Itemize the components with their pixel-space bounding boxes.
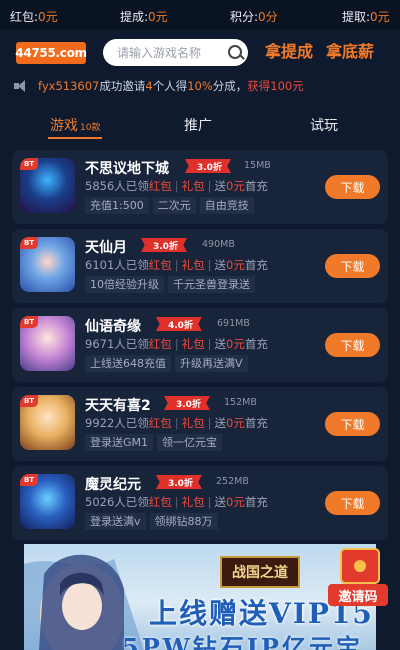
- game-tags: 充值1:500 二次元 自由竞技: [85, 197, 254, 214]
- game-name[interactable]: 天仙月: [85, 237, 127, 257]
- game-tag: 升级再送满V: [175, 355, 248, 372]
- game-card[interactable]: BT 魔灵纪元 3.0折 252MB 5026人已领红包 | 礼包 | 送0元首充 登录…: [12, 466, 388, 540]
- invite-code-button[interactable]: 邀请码: [328, 548, 390, 608]
- stat-ticheng: 提成:0元: [120, 10, 168, 24]
- game-name[interactable]: 魔灵纪元: [85, 474, 141, 494]
- game-tag: 充值1:500: [85, 197, 149, 214]
- bt-badge: BT: [20, 316, 38, 328]
- game-size: 691MB: [217, 318, 250, 329]
- game-info: 5026人已领红包 | 礼包 | 送0元首充: [85, 495, 268, 509]
- game-info: 9671人已领红包 | 礼包 | 送0元首充: [85, 337, 268, 351]
- game-size: 15MB: [244, 160, 271, 171]
- game-tag: 登录送满v: [85, 513, 146, 530]
- speaker-icon: [14, 80, 28, 92]
- download-button[interactable]: 下载: [325, 491, 380, 515]
- get-commission-button[interactable]: 拿提成: [265, 38, 313, 62]
- game-tag: 上线送648充值: [85, 355, 171, 372]
- game-size: 490MB: [202, 239, 235, 250]
- banner-subline: 5PW钻石IP亿元宝: [122, 633, 363, 650]
- game-thumbnail[interactable]: BT: [20, 158, 75, 213]
- stat-tiqu[interactable]: 提取:0元: [342, 8, 390, 25]
- red-envelope-icon: [340, 548, 380, 584]
- site-logo[interactable]: 44755.com: [15, 42, 87, 64]
- search-placeholder: 请输入游戏名称: [117, 46, 202, 60]
- get-salary-button[interactable]: 拿底薪: [326, 38, 374, 62]
- game-name[interactable]: 天天有喜2: [85, 395, 151, 415]
- tab-bar: 游戏 10款 推广 试玩: [0, 105, 400, 141]
- game-size: 252MB: [216, 476, 249, 487]
- notice-marquee: fyx513607 成功邀请 4 个人得 10% 分成， 获得100元: [14, 78, 304, 94]
- tab-games[interactable]: 游戏 10款: [50, 115, 100, 135]
- discount-badge: 3.0折: [164, 396, 210, 410]
- game-card[interactable]: BT 仙语奇缘 4.0折 691MB 9671人已领红包 | 礼包 | 送0元首充 上线…: [12, 308, 388, 382]
- top-stats-bar: 红包:0元 提成:0元 积分:0分 提取:0元: [0, 0, 400, 30]
- game-tag: 登录送GM1: [85, 434, 154, 451]
- tab-promote[interactable]: 推广: [184, 115, 212, 135]
- game-card[interactable]: BT 不思议地下城 3.0折 15MB 5856人已领红包 | 礼包 | 送0元首充 充…: [12, 150, 388, 224]
- discount-badge: 3.0折: [141, 238, 187, 252]
- bt-badge: BT: [20, 158, 38, 170]
- tab-trial[interactable]: 试玩: [310, 115, 338, 135]
- header: 44755.com 请输入游戏名称 拿提成 拿底薪: [0, 30, 400, 74]
- promo-banner[interactable]: 战国之道 上线赠送VIP15 5PW钻石IP亿元宝: [24, 544, 376, 650]
- game-name[interactable]: 不思议地下城: [85, 158, 169, 178]
- game-thumbnail[interactable]: BT: [20, 316, 75, 371]
- game-thumbnail[interactable]: BT: [20, 395, 75, 450]
- download-button[interactable]: 下载: [325, 254, 380, 278]
- search-input[interactable]: 请输入游戏名称: [103, 39, 248, 66]
- download-button[interactable]: 下载: [325, 175, 380, 199]
- discount-badge: 3.0折: [185, 159, 231, 173]
- stat-jifen: 积分:0分: [230, 10, 278, 24]
- game-tags: 登录送GM1 领一亿元宝: [85, 434, 223, 451]
- game-info: 5856人已领红包 | 礼包 | 送0元首充: [85, 179, 268, 193]
- game-name[interactable]: 仙语奇缘: [85, 316, 141, 336]
- bt-badge: BT: [20, 395, 38, 407]
- game-info: 6101人已领红包 | 礼包 | 送0元首充: [85, 258, 268, 272]
- invite-code-label: 邀请码: [328, 584, 388, 606]
- tab-active-indicator: [48, 137, 102, 139]
- game-card[interactable]: BT 天天有喜2 3.0折 152MB 9922人已领红包 | 礼包 | 送0元首充 登…: [12, 387, 388, 461]
- game-tag: 千元圣兽登录送: [168, 276, 255, 293]
- discount-badge: 3.0折: [156, 475, 202, 489]
- discount-badge: 4.0折: [156, 317, 202, 331]
- game-tag: 领一亿元宝: [157, 434, 223, 451]
- download-button[interactable]: 下载: [325, 333, 380, 357]
- game-tag: 领绑钻88万: [149, 513, 218, 530]
- game-tags: 10倍经验升级 千元圣兽登录送: [85, 276, 255, 293]
- game-tag: 10倍经验升级: [85, 276, 164, 293]
- game-tag: 二次元: [152, 197, 196, 214]
- game-card[interactable]: BT 天仙月 3.0折 490MB 6101人已领红包 | 礼包 | 送0元首充 10倍…: [12, 229, 388, 303]
- game-tag: 自由竞技: [199, 197, 254, 214]
- bt-badge: BT: [20, 237, 38, 249]
- game-info: 9922人已领红包 | 礼包 | 送0元首充: [85, 416, 268, 430]
- banner-game-title: 战国之道: [220, 556, 300, 588]
- bt-badge: BT: [20, 474, 38, 486]
- game-thumbnail[interactable]: BT: [20, 474, 75, 529]
- search-icon[interactable]: [224, 41, 248, 65]
- game-tags: 上线送648充值 升级再送满V: [85, 355, 248, 372]
- download-button[interactable]: 下载: [325, 412, 380, 436]
- game-thumbnail[interactable]: BT: [20, 237, 75, 292]
- stat-hongbao: 红包:0元: [10, 10, 58, 24]
- game-tags: 登录送满v 领绑钻88万: [85, 513, 218, 530]
- game-size: 152MB: [224, 397, 257, 408]
